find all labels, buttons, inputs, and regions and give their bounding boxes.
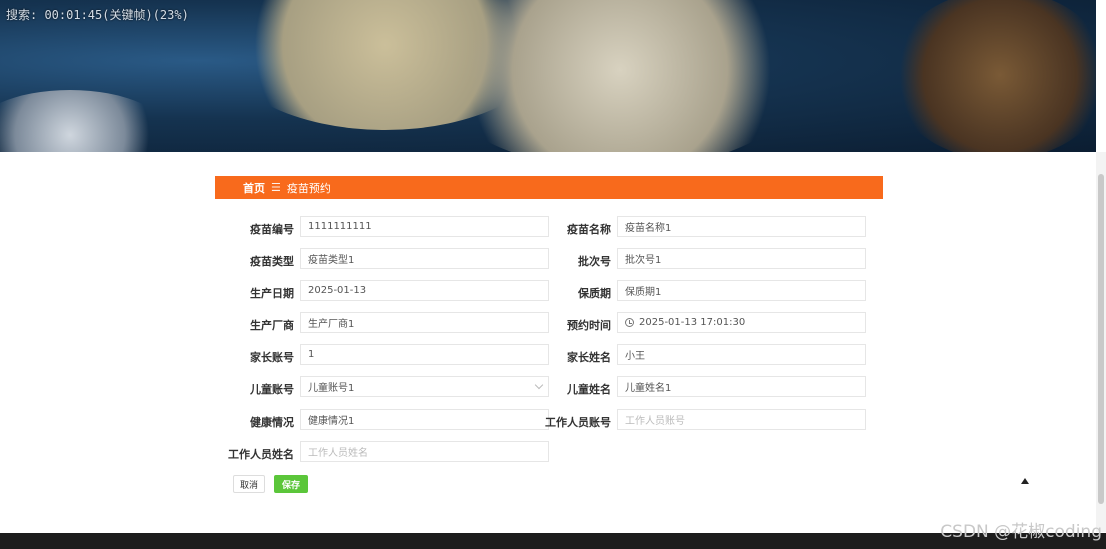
child-name-input[interactable]: 儿童姓名1 (617, 376, 866, 397)
parent-name-label: 家长姓名 (567, 351, 611, 364)
breadcrumb-separator-icon: ☰ (271, 181, 281, 194)
breadcrumb: 首页 ☰ 疫苗预约 (215, 176, 883, 199)
banner-image: 搜索: 00:01:45(关键帧)(23%) (0, 0, 1096, 152)
watermark: CSDN @花椒coding (940, 522, 1102, 542)
child-account-label: 儿童账号 (250, 383, 294, 396)
maker-input[interactable]: 生产厂商1 (300, 312, 549, 333)
staff-account-label: 工作人员账号 (545, 416, 611, 429)
shelf-life-label: 保质期 (578, 287, 611, 300)
staff-name-input[interactable]: 工作人员姓名 (300, 441, 549, 462)
video-overlay-text: 搜索: 00:01:45(关键帧)(23%) (6, 8, 189, 22)
child-account-value: 儿童账号1 (308, 383, 355, 394)
app-root: 搜索: 00:01:45(关键帧)(23%) 首页 ☰ 疫苗预约 疫苗编号 11… (0, 0, 1106, 549)
back-to-top-icon[interactable] (1021, 478, 1029, 484)
breadcrumb-current: 疫苗预约 (286, 181, 331, 195)
scrollbar[interactable] (1096, 152, 1106, 532)
batch-label: 批次号 (578, 255, 611, 268)
batch-input[interactable]: 批次号1 (617, 248, 866, 269)
appt-time-value: 2025-01-13 17:01:30 (639, 317, 746, 328)
breadcrumb-home[interactable]: 首页 (243, 180, 265, 196)
clock-icon (625, 318, 634, 327)
prod-date-label: 生产日期 (250, 287, 294, 300)
parent-account-label: 家长账号 (250, 351, 294, 364)
health-input[interactable]: 健康情况1 (300, 409, 549, 430)
save-button[interactable]: 保存 (274, 475, 308, 493)
vaccine-name-label: 疫苗名称 (567, 223, 611, 236)
maker-label: 生产厂商 (250, 319, 294, 332)
vaccine-type-label: 疫苗类型 (250, 255, 294, 268)
vaccine-no-input[interactable]: 1111111111 (300, 216, 549, 237)
appt-time-picker[interactable]: 2025-01-13 17:01:30 (617, 312, 866, 333)
appt-time-label: 预约时间 (567, 319, 611, 332)
health-label: 健康情况 (250, 416, 294, 429)
child-account-select[interactable]: 儿童账号1 (300, 376, 549, 397)
scrollbar-thumb[interactable] (1098, 174, 1104, 504)
cancel-button[interactable]: 取消 (233, 475, 265, 493)
parent-name-input[interactable]: 小王 (617, 344, 866, 365)
parent-account-input[interactable]: 1 (300, 344, 549, 365)
shelf-life-input[interactable]: 保质期1 (617, 280, 866, 301)
vaccine-type-input[interactable]: 疫苗类型1 (300, 248, 549, 269)
vaccine-name-input[interactable]: 疫苗名称1 (617, 216, 866, 237)
staff-account-input[interactable]: 工作人员账号 (617, 409, 866, 430)
child-name-label: 儿童姓名 (567, 383, 611, 396)
vaccine-no-label: 疫苗编号 (250, 223, 294, 236)
staff-name-label: 工作人员姓名 (228, 448, 294, 461)
prod-date-input[interactable]: 2025-01-13 (300, 280, 549, 301)
